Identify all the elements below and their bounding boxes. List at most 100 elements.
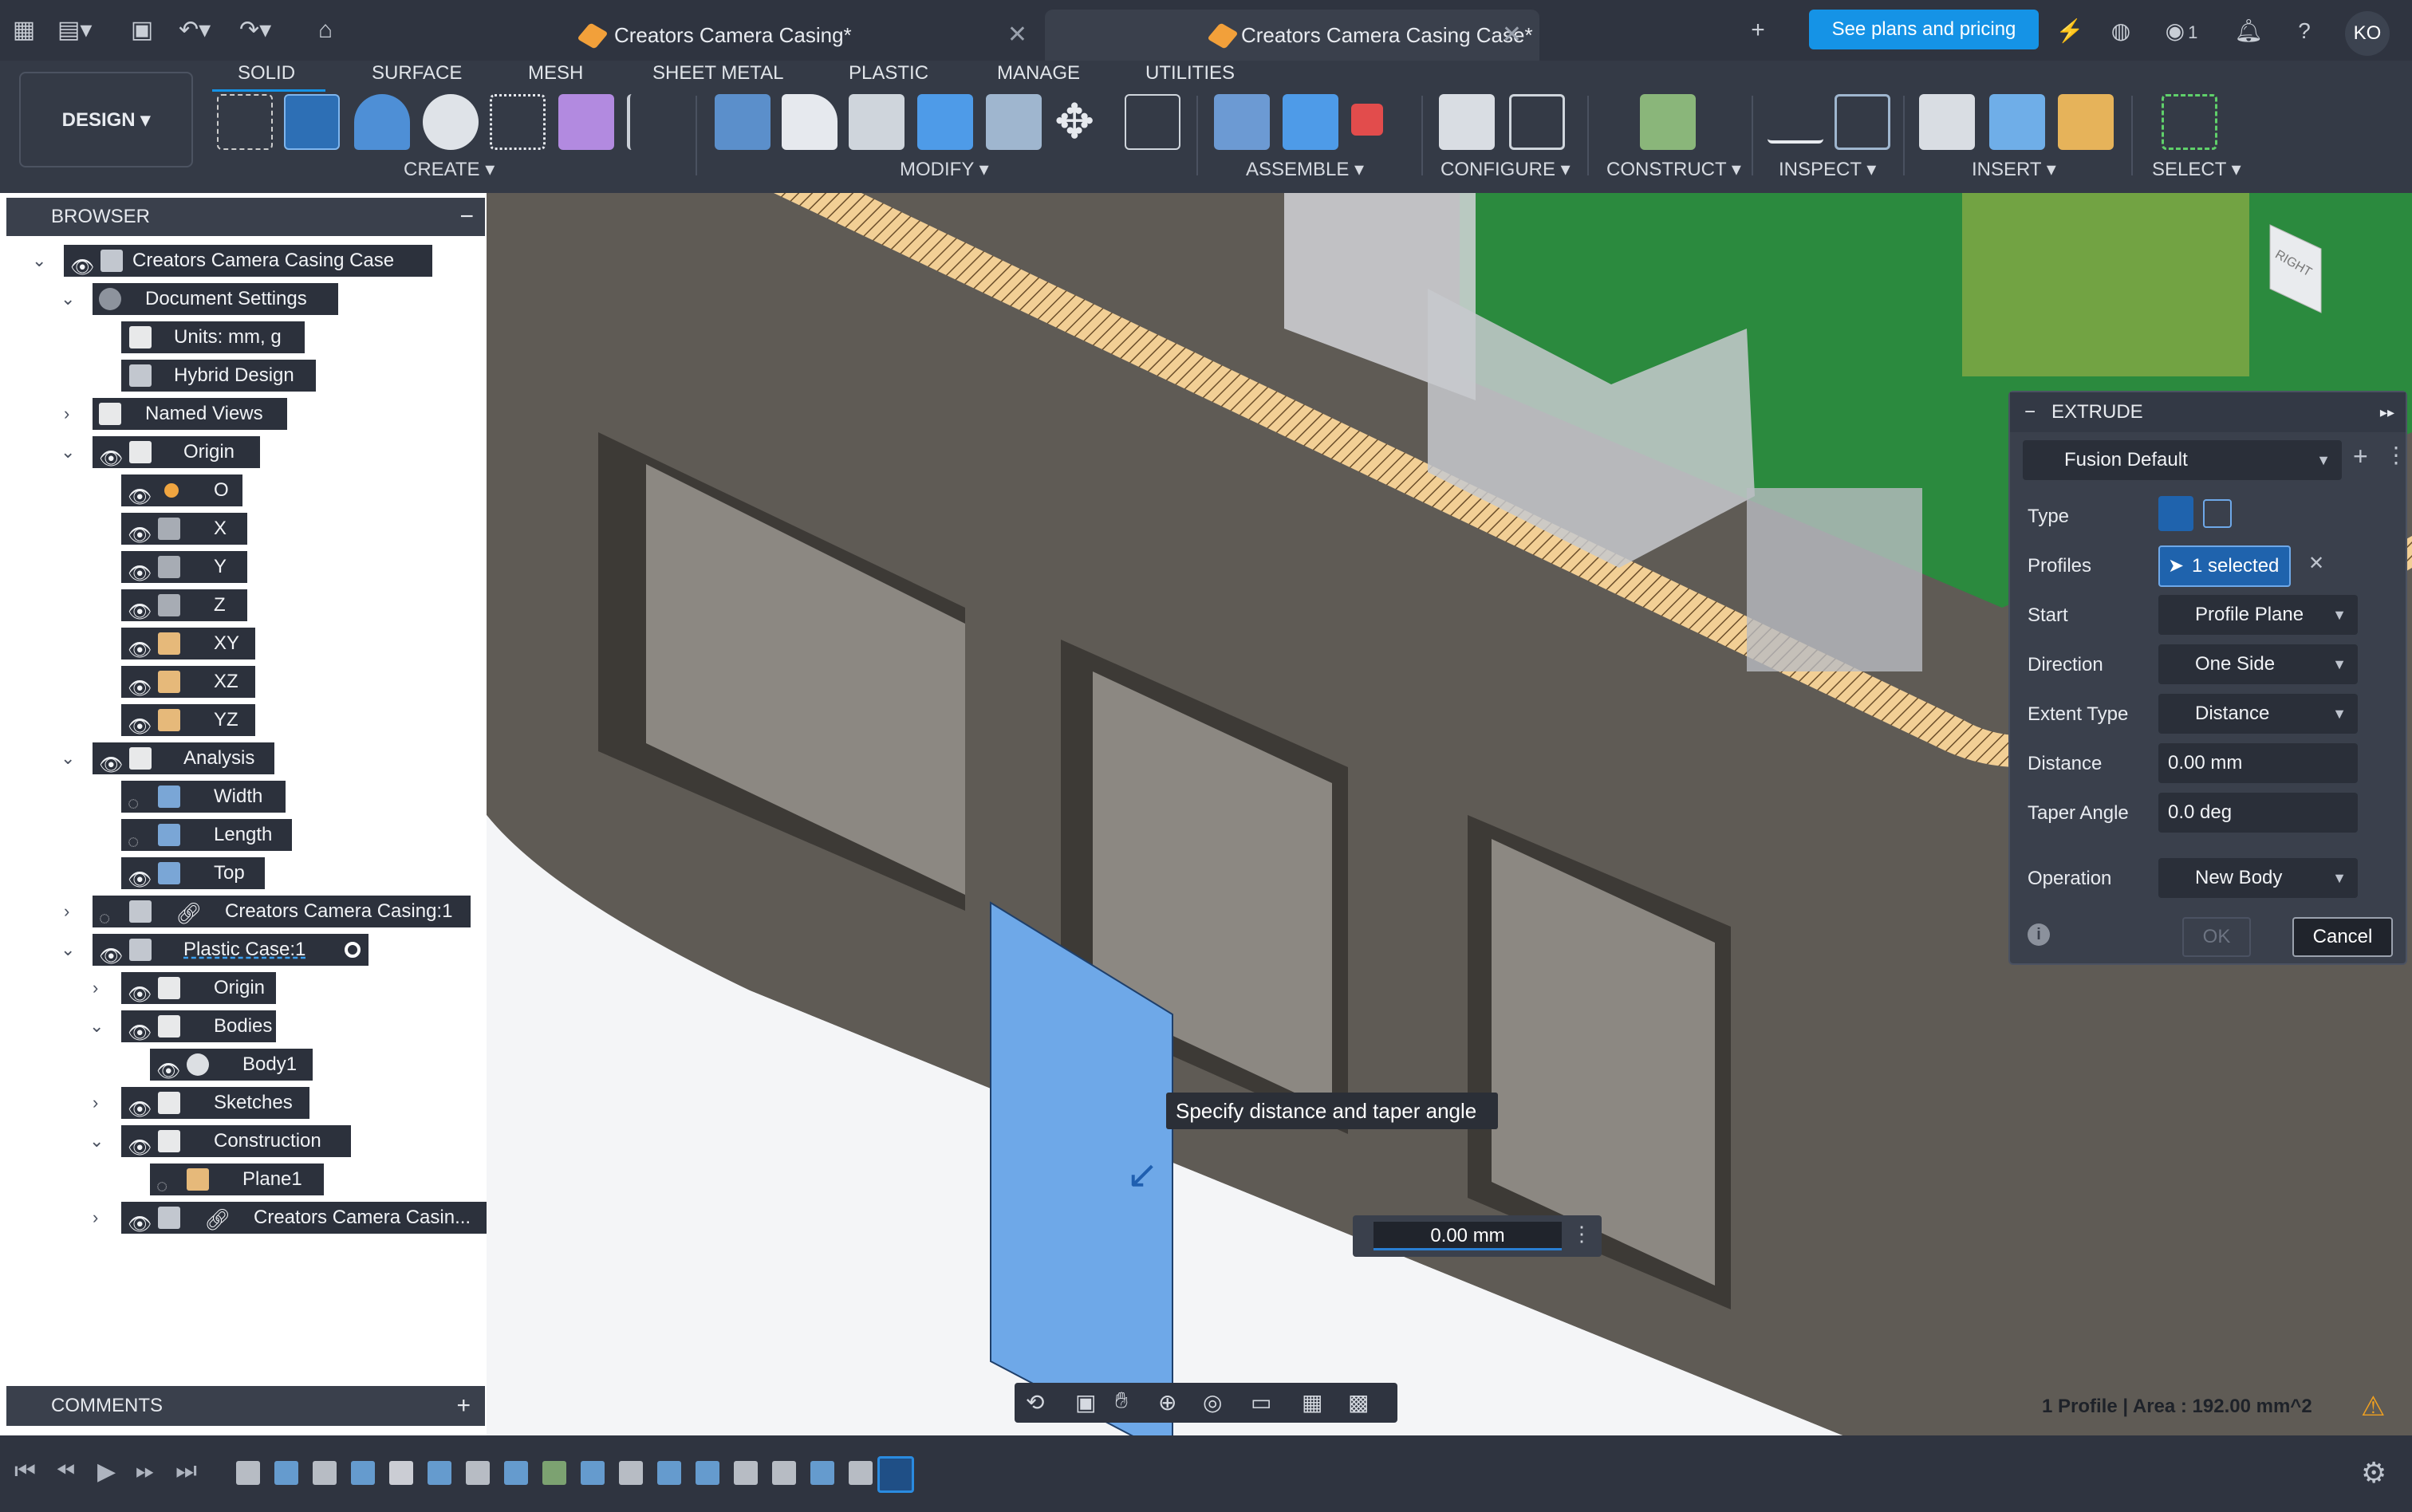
operation-select[interactable]: New Body ▼ [2158, 858, 2358, 898]
eye-hidden-icon[interactable]: ◌ [128, 788, 152, 814]
type-solid-icon[interactable] [2158, 496, 2193, 531]
eye-icon[interactable]: 👁︎ [128, 597, 152, 623]
chevron-down-icon[interactable]: ⌄ [89, 1125, 104, 1157]
section-analysis-icon[interactable] [1835, 94, 1890, 150]
activate-radio-icon[interactable] [345, 942, 361, 958]
online-status-icon[interactable]: ◉ 1 [2154, 16, 2209, 46]
tab-plastic[interactable]: PLASTIC [849, 62, 928, 85]
chevron-right-icon[interactable]: › [64, 896, 69, 927]
eye-icon[interactable]: 👁︎ [99, 750, 123, 776]
file-menu-icon[interactable]: ▤▾ [57, 16, 92, 45]
create-sketch-icon[interactable] [217, 94, 273, 150]
chevron-right-icon[interactable]: › [93, 1087, 98, 1119]
tree-node-construction[interactable]: 👁︎ Construction [121, 1125, 351, 1159]
timeline-feature-icon[interactable] [849, 1461, 873, 1485]
eye-icon[interactable]: 👁︎ [128, 864, 152, 891]
timeline-feature-icon[interactable] [504, 1461, 528, 1485]
move-icon[interactable]: ✥ [1054, 94, 1110, 150]
distance-arrow-manipulator[interactable]: ↙ [1126, 1156, 1161, 1195]
taper-angle-field[interactable]: 0.0 deg [2158, 793, 2358, 833]
display-settings-icon[interactable]: ▭ [1251, 1389, 1271, 1416]
tree-node-top[interactable]: 👁︎ Top [121, 857, 265, 891]
apps-grid-icon[interactable]: ▦ [8, 16, 40, 45]
timeline-feature-icon[interactable] [313, 1461, 337, 1485]
redo-icon[interactable]: ↷▾ [239, 16, 271, 45]
timeline-feature-icon[interactable] [428, 1461, 451, 1485]
direction-select[interactable]: One Side ▼ [2158, 644, 2358, 684]
eye-hidden-icon[interactable]: ◌ [128, 826, 152, 852]
job-status-icon[interactable]: ⚡ [2055, 16, 2085, 46]
tab-utilities[interactable]: UTILITIES [1145, 62, 1235, 85]
insert-menu[interactable]: INSERT ▾ [1972, 158, 2056, 181]
cancel-button[interactable]: Cancel [2292, 917, 2393, 957]
chevron-down-icon[interactable]: ⌄ [32, 245, 46, 277]
select-icon[interactable] [2162, 94, 2217, 150]
extensions-icon[interactable]: ◍ [2106, 16, 2136, 46]
insert-mesh-icon[interactable] [2058, 94, 2114, 150]
chevron-down-icon[interactable]: ⌄ [61, 934, 75, 966]
chevron-down-icon[interactable]: ⌄ [89, 1010, 104, 1042]
tab-surface[interactable]: SURFACE [372, 62, 462, 85]
distance-input[interactable]: 0.00 mm [1374, 1222, 1562, 1250]
look-at-icon[interactable]: ▣ [1075, 1389, 1096, 1416]
more-options-icon[interactable]: ⋮ [1571, 1222, 1592, 1246]
viewports-icon[interactable]: ▩ [1348, 1389, 1369, 1416]
eye-icon[interactable]: 👁︎ [128, 711, 152, 738]
zoom-icon[interactable]: ⊕ [1158, 1389, 1176, 1416]
tree-node-document-settings[interactable]: Document Settings [93, 283, 338, 315]
as-built-joint-icon[interactable] [1351, 104, 1383, 136]
add-preset-icon[interactable]: + [2353, 442, 2368, 471]
tree-node-plane-xy[interactable]: 👁︎ XY [121, 628, 255, 661]
ok-button[interactable]: OK [2182, 917, 2251, 957]
tree-node-plane-xz[interactable]: 👁︎ XZ [121, 666, 255, 699]
tree-node-bodies[interactable]: 👁︎ Bodies [121, 1010, 276, 1044]
timeline-feature-icon[interactable] [619, 1461, 643, 1485]
collapse-icon[interactable]: − [2024, 392, 2036, 432]
new-tab-icon[interactable]: + [1742, 16, 1774, 45]
tree-node-plane1[interactable]: ◌ Plane1 [150, 1164, 324, 1197]
eye-icon[interactable]: 👁︎ [128, 1018, 152, 1044]
tree-node-origin-o[interactable]: 👁︎ O [121, 474, 242, 508]
close-tab-icon[interactable]: ✕ [1502, 10, 1522, 61]
preset-options-icon[interactable]: ⋮ [2385, 442, 2407, 468]
tree-node-axis-y[interactable]: 👁︎ Y [121, 551, 247, 585]
tree-node-body1[interactable]: 👁︎ Body1 [150, 1049, 313, 1082]
tab-sheet-metal[interactable]: SHEET METAL [652, 62, 783, 85]
pan-icon[interactable]: ✋︎ [1115, 1388, 1128, 1414]
chevron-right-icon[interactable]: › [93, 1202, 98, 1234]
eye-icon[interactable]: 👁︎ [128, 1094, 152, 1120]
collapse-browser-icon[interactable]: − [459, 198, 474, 236]
avatar[interactable]: KO [2345, 11, 2390, 56]
eye-icon[interactable]: 👁︎ [128, 635, 152, 661]
eye-icon[interactable]: 👁︎ [128, 558, 152, 585]
timeline-feature-icon[interactable] [810, 1461, 834, 1485]
tab-creators-camera-casing-case[interactable]: Creators Camera Casing Case* ✕ [1045, 10, 1539, 61]
eye-icon[interactable]: 👁︎ [70, 252, 94, 278]
close-tab-icon[interactable]: ✕ [1007, 10, 1027, 61]
timeline-play-icon[interactable]: ▶ [97, 1458, 116, 1486]
tree-node-sketches[interactable]: 👁︎ Sketches [121, 1087, 309, 1120]
eye-icon[interactable]: 👁︎ [128, 482, 152, 508]
home-icon[interactable]: ⌂ [309, 16, 341, 45]
timeline-feature-icon[interactable] [734, 1461, 758, 1485]
configure-menu[interactable]: CONFIGURE ▾ [1440, 158, 1571, 181]
tab-solid[interactable]: SOLID [238, 62, 295, 85]
form-icon[interactable] [627, 94, 683, 150]
mirror-icon[interactable] [558, 94, 614, 150]
workspace-switcher[interactable]: DESIGN ▾ [19, 72, 193, 167]
tree-node-creators-camera-casing-link[interactable]: 👁︎ 🔗︎ Creators Camera Casin... [121, 1202, 487, 1235]
see-plans-button[interactable]: See plans and pricing [1809, 10, 2039, 49]
clear-selection-icon[interactable]: ✕ [2308, 552, 2324, 575]
start-select[interactable]: Profile Plane ▼ [2158, 595, 2358, 635]
help-icon[interactable]: ? [2289, 16, 2319, 46]
assemble-menu[interactable]: ASSEMBLE ▾ [1246, 158, 1364, 181]
inspect-menu[interactable]: INSPECT ▾ [1779, 158, 1876, 181]
browser-header[interactable]: BROWSER − [6, 198, 485, 236]
eye-icon[interactable]: 👁︎ [128, 979, 152, 1006]
warning-icon[interactable]: ⚠ [2361, 1391, 2393, 1422]
timeline-feature-icon[interactable] [542, 1461, 566, 1485]
timeline-feature-icon[interactable] [274, 1461, 298, 1485]
profiles-select[interactable]: ➤ 1 selected [2158, 545, 2291, 587]
change-parameters-icon[interactable] [1125, 94, 1180, 150]
tree-node-plane-yz[interactable]: 👁︎ YZ [121, 704, 255, 738]
